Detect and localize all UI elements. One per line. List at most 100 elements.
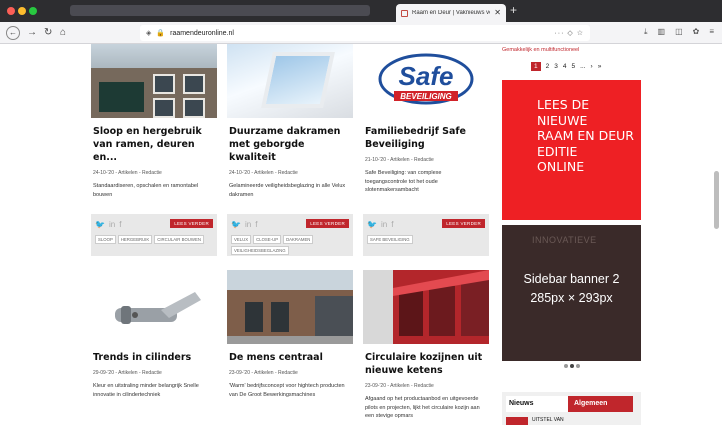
article-card[interactable]: Duurzame dakramen met geborgde kwaliteit… [227,44,353,256]
article-card[interactable]: De mens centraal 23-09-'20 - Artikelen -… [227,270,353,399]
sidebar-ad-banner[interactable]: INNOVATIEVE Sidebar banner 2 285px × 293… [502,225,641,361]
lock-icon: 🔒 [156,30,166,37]
page-link[interactable]: 2 [546,63,550,70]
facebook-icon[interactable]: f [255,220,257,229]
blurred-tab-strip [70,5,370,16]
carousel-dot[interactable] [576,364,580,368]
url-text[interactable]: raamendeuronline.nl [170,30,234,37]
carousel-dot[interactable] [564,364,568,368]
twitter-icon[interactable]: 🐦 [367,220,377,229]
article-image[interactable]: Safe BEVEILIGING [363,44,489,118]
back-icon[interactable]: ← [6,26,20,40]
article-card[interactable]: Trends in cilinders 29-09-'20 - Artikele… [91,270,217,399]
tag[interactable]: DAKRAMEN [283,235,314,244]
article-title[interactable]: Familiebedrijf Safe Beveiliging [363,125,489,151]
tag[interactable]: VELUX [231,235,252,244]
tag[interactable]: CIRCULAIR BOUWEN [154,235,204,244]
tab-close-icon[interactable]: ✕ [494,9,501,17]
page-link-current[interactable]: 1 [531,62,541,71]
read-more-button[interactable]: LEES VERDER [170,219,213,228]
tag[interactable]: CLOSE-UP [253,235,282,244]
article-title[interactable]: Trends in cilinders [91,351,217,364]
article-title[interactable]: Duurzame dakramen met geborgde kwaliteit [227,125,353,164]
tag[interactable]: SLOOP [95,235,116,244]
svg-text:Safe: Safe [399,61,454,91]
read-more-button[interactable]: LEES VERDER [442,219,485,228]
pagination: 1 2 3 4 5 ... › » [531,62,641,71]
home-icon[interactable]: ⌂ [60,26,66,40]
tab-general[interactable]: Algemeen [568,396,633,412]
browser-tab-active[interactable]: Raam en Deur | Vaknieuws voo ✕ [396,4,506,22]
article-card[interactable]: Sloop en hergebruik van ramen, deuren en… [91,44,217,256]
facebook-icon[interactable]: f [119,220,121,229]
cylinder-lock-image [115,292,201,324]
linkedin-icon[interactable]: in [381,220,387,229]
carousel-dots [564,364,580,368]
page-ellipsis: ... [580,63,586,70]
favicon-icon [401,9,408,17]
article-image[interactable] [91,44,217,118]
article-meta: 29-09-'20 - Artikelen - Redactie [93,370,162,376]
article-title[interactable]: De mens centraal [227,351,353,364]
address-bar[interactable]: ◈ 🔒 raamendeuronline.nl ··· ◇ ☆ [140,25,590,41]
download-icon[interactable]: ⤓ [644,27,648,37]
linkedin-icon[interactable]: in [245,220,251,229]
page-scrollbar[interactable] [714,171,719,229]
page-link[interactable]: 3 [554,63,558,70]
library-icon[interactable]: ▥ [658,27,666,37]
article-title[interactable]: Sloop en hergebruik van ramen, deuren en… [91,125,217,164]
facebook-icon[interactable]: f [391,220,393,229]
zoom-window-icon[interactable] [29,7,37,15]
tag[interactable]: VEILIGHEIDSBEGLAZING [231,246,289,255]
new-tab-icon[interactable]: + [510,3,517,17]
menu-icon[interactable]: ≡ [709,27,714,37]
forward-icon[interactable]: → [27,26,37,40]
svg-text:BEVEILIGING: BEVEILIGING [400,92,452,101]
twitter-icon[interactable]: 🐦 [231,220,241,229]
page-link[interactable]: 5 [572,63,576,70]
extension-icon[interactable]: ✿ [693,27,700,37]
news-item-title[interactable]: UITSTEL VAN [532,417,564,423]
article-image[interactable] [91,270,217,344]
sidebar: Gemakkelijk en multifunctioneel 1 2 3 4 … [502,44,641,425]
last-page-link[interactable]: » [598,63,602,70]
article-image[interactable] [227,44,353,118]
browser-navbar: ← → ↻ ⌂ ◈ 🔒 raamendeuronline.nl ··· ◇ ☆ … [0,22,722,44]
article-title[interactable]: Circulaire kozijnen uit nieuwe ketens [363,351,489,377]
window-titlebar: Raam en Deur | Vaknieuws voo ✕ + [0,0,722,22]
banner-size: 285px × 293px [530,291,613,305]
news-thumbnail [506,417,528,425]
tag-list: VELUX CLOSE-UP DAKRAMEN VEILIGHEIDSBEGLA… [231,235,349,255]
article-card[interactable]: Safe BEVEILIGING Familiebedrijf Safe Bev… [363,44,489,256]
page-link[interactable]: 4 [563,63,567,70]
article-meta: 23-09-'20 - Artikelen - Redactie [229,370,298,376]
store-front-photo [363,270,489,344]
close-window-icon[interactable] [7,7,15,15]
toolbar-icons: ⤓ ▥ ◫ ✿ ≡ [644,27,714,37]
linkedin-icon[interactable]: in [109,220,115,229]
tag[interactable]: HERGEBRUIK [117,235,153,244]
reload-icon[interactable]: ↻ [44,26,52,40]
minimize-window-icon[interactable] [18,7,26,15]
article-card[interactable]: Circulaire kozijnen uit nieuwe ketens 23… [363,270,489,421]
article-meta: 23-09-'20 - Artikelen - Redactie [365,383,434,389]
page-actions-icon[interactable]: ··· ◇ ☆ [554,29,584,37]
shield-icon[interactable]: ◈ [146,29,151,37]
promo-line: EDITIE [537,143,578,159]
tab-news[interactable]: Nieuws [506,396,568,412]
carousel-dot-active[interactable] [570,364,574,368]
tag[interactable]: SAFE BEVEILIGING [367,235,413,244]
magazine-promo-banner[interactable]: LEES DE NIEUWE RAAM EN DEUR EDITIE ONLIN… [502,80,641,220]
tag-list: SAFE BEVEILIGING [367,235,485,244]
article-image[interactable] [363,270,489,344]
tag-list: SLOOP HERGEBRUIK CIRCULAIR BOUWEN [95,235,213,244]
article-meta: 24-10-'20 - Artikelen - Redactie [93,170,162,176]
banner-title: Sidebar banner 2 [523,272,620,286]
next-page-link[interactable]: › [591,63,593,70]
article-image[interactable] [227,270,353,344]
twitter-icon[interactable]: 🐦 [95,220,105,229]
article-excerpt: Gelamineerde veiligheidsbeglazing in all… [229,183,346,198]
news-item[interactable]: UITSTEL VAN [506,417,641,425]
read-more-button[interactable]: LEES VERDER [306,219,349,228]
sidebar-icon[interactable]: ◫ [675,27,683,37]
